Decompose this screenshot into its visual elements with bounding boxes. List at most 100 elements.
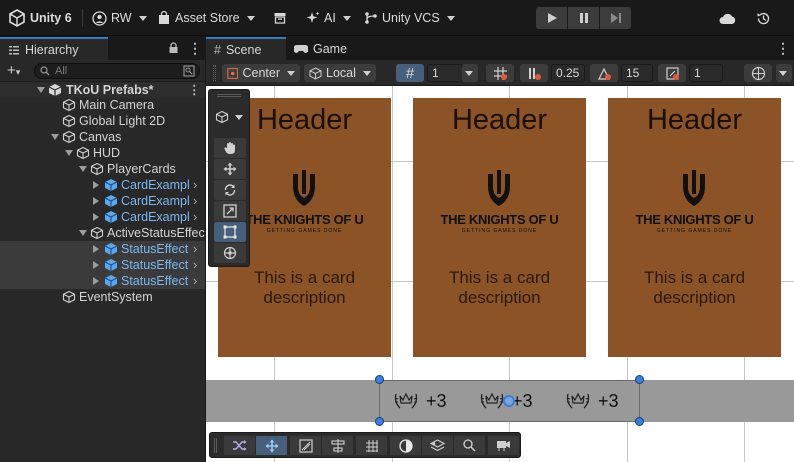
add-object-button[interactable]: +▾ — [7, 62, 20, 79]
search-options-icon[interactable] — [183, 65, 195, 77]
hand-tool-button[interactable] — [214, 138, 246, 158]
move-snap-field[interactable]: 0.25 — [551, 64, 585, 82]
chevron-right-icon[interactable]: › — [193, 273, 197, 289]
rect-handle-bottom-left[interactable] — [375, 417, 384, 426]
step-button[interactable] — [600, 7, 631, 29]
grid-toggle-button[interactable]: # — [396, 64, 424, 82]
rect-handle-top-left[interactable] — [375, 375, 384, 384]
more-options-icon[interactable]: ⋮ — [188, 40, 202, 57]
rect-tool-button[interactable] — [214, 222, 246, 242]
move-tool-button[interactable] — [214, 159, 246, 179]
history-button[interactable] — [756, 8, 771, 28]
prefab-cube-icon — [104, 243, 118, 255]
tab-scene[interactable]: # Scene — [206, 37, 286, 60]
hierarchy-item-main-camera[interactable]: Main Camera — [0, 97, 205, 113]
expand-triangle-icon[interactable] — [51, 134, 59, 140]
ai-dropdown[interactable]: AI — [306, 8, 351, 28]
rotate-snap-field[interactable]: 15 — [621, 64, 653, 82]
hierarchy-item-event-system[interactable]: EventSystem — [0, 289, 205, 305]
chevron-right-icon[interactable]: › — [193, 209, 197, 225]
align-button[interactable] — [322, 436, 353, 455]
status-effect[interactable]: +3 — [564, 380, 619, 422]
expand-triangle-icon[interactable] — [93, 213, 99, 221]
unity-menu-button[interactable]: Unity 6 — [8, 8, 72, 28]
scale-tool-button[interactable] — [214, 201, 246, 221]
expand-triangle-icon[interactable] — [93, 181, 99, 189]
expand-triangle-icon[interactable] — [93, 245, 99, 253]
version-control-dropdown[interactable]: Unity VCS — [364, 8, 455, 28]
layers-button[interactable] — [422, 436, 453, 455]
lighting-button[interactable] — [390, 436, 421, 455]
expand-triangle-icon[interactable] — [93, 261, 99, 269]
search-icon — [40, 66, 50, 76]
tool-context-dropdown[interactable] — [215, 110, 244, 127]
pause-button[interactable] — [568, 7, 599, 29]
hierarchy-item-global-light[interactable]: Global Light 2D — [0, 113, 205, 129]
hierarchy-item-card-example[interactable]: CardExampl › — [0, 209, 205, 225]
pivot-mode-dropdown[interactable]: Center — [222, 64, 300, 82]
hierarchy-item-hud[interactable]: HUD — [0, 145, 205, 161]
chevron-right-icon[interactable]: › — [193, 257, 197, 273]
rotate-snap-button[interactable] — [590, 64, 618, 82]
drag-handle[interactable] — [217, 94, 241, 97]
grid-snap-button[interactable] — [486, 64, 514, 82]
transform-tool-button[interactable] — [214, 243, 246, 263]
view-options-button[interactable] — [744, 64, 772, 82]
scene-viewport[interactable]: Header THE KNIGHTS OF U GETTING GAMES DO… — [206, 86, 794, 462]
play-button[interactable] — [536, 7, 567, 29]
grid-snap-toggle-button[interactable] — [356, 436, 387, 455]
hierarchy-scene-root[interactable]: TKoU Prefabs* ⋮ — [0, 82, 205, 98]
drag-handle[interactable] — [213, 65, 216, 81]
hierarchy-item-player-cards[interactable]: PlayerCards — [0, 161, 205, 177]
grid-size-dropdown[interactable] — [462, 64, 478, 82]
mesh-collider-button[interactable] — [290, 436, 321, 455]
move-snap-button[interactable] — [520, 64, 548, 82]
expand-triangle-icon[interactable] — [79, 166, 87, 172]
more-options-icon[interactable]: ⋮ — [776, 40, 790, 57]
account-dropdown[interactable]: RW — [92, 8, 147, 28]
hierarchy-search-input[interactable]: All — [34, 63, 200, 79]
cloud-button[interactable] — [719, 8, 736, 28]
move-handles-button[interactable] — [256, 436, 287, 455]
chevron-right-icon[interactable]: › — [193, 241, 197, 257]
expand-triangle-icon[interactable] — [79, 230, 87, 236]
camera-button[interactable] — [488, 436, 519, 455]
hierarchy-item-status-effect[interactable]: StatusEffect › — [0, 273, 205, 289]
scale-snap-button[interactable] — [658, 64, 686, 82]
expand-triangle-icon[interactable] — [37, 87, 45, 93]
scale-snap-field[interactable]: 1 — [689, 64, 723, 82]
hierarchy-item-active-status-effects[interactable]: ActiveStatusEffec — [0, 225, 205, 241]
hierarchy-item-card-example[interactable]: CardExampl › — [0, 193, 205, 209]
grid-size-field[interactable]: 1 — [427, 64, 463, 82]
hierarchy-item-status-effect[interactable]: StatusEffect › — [0, 241, 205, 257]
archive-button[interactable] — [273, 8, 287, 28]
expand-triangle-icon[interactable] — [93, 197, 99, 205]
expand-triangle-icon[interactable] — [93, 277, 99, 285]
pivot-handle[interactable] — [503, 395, 515, 407]
rotate-tool-button[interactable] — [214, 180, 246, 200]
rect-handle-bottom-right[interactable] — [635, 417, 644, 426]
hierarchy-item-status-effect[interactable]: StatusEffect › — [0, 257, 205, 273]
card[interactable]: Header THE KNIGHTS OF U GETTING GAMES DO… — [608, 98, 781, 357]
card[interactable]: Header THE KNIGHTS OF U GETTING GAMES DO… — [413, 98, 586, 357]
chevron-right-icon[interactable]: › — [193, 193, 197, 209]
hierarchy-item-card-example[interactable]: CardExampl › — [0, 177, 205, 193]
status-effect[interactable]: +3 — [392, 380, 447, 422]
status-effects-bar[interactable]: +3 +3 +3 — [206, 375, 794, 426]
asset-store-dropdown[interactable]: Asset Store — [157, 8, 255, 28]
hierarchy-item-canvas[interactable]: Canvas — [0, 129, 205, 145]
sparkle-icon — [306, 11, 320, 23]
space-mode-dropdown[interactable]: Local — [304, 64, 376, 82]
tab-hierarchy[interactable]: Hierarchy — [0, 37, 108, 60]
shuffle-button[interactable] — [224, 436, 255, 455]
view-options-dropdown[interactable] — [776, 64, 792, 82]
lock-icon[interactable] — [168, 42, 179, 57]
search-scene-button[interactable] — [454, 436, 485, 455]
more-options-icon[interactable]: ⋮ — [188, 82, 201, 98]
chevron-right-icon[interactable]: › — [193, 177, 197, 193]
drag-handle[interactable] — [214, 438, 217, 453]
expand-triangle-icon[interactable] — [65, 150, 73, 156]
tab-game[interactable]: Game — [286, 37, 356, 60]
rect-handle-top-right[interactable] — [635, 375, 644, 384]
ai-label: AI — [324, 11, 336, 25]
